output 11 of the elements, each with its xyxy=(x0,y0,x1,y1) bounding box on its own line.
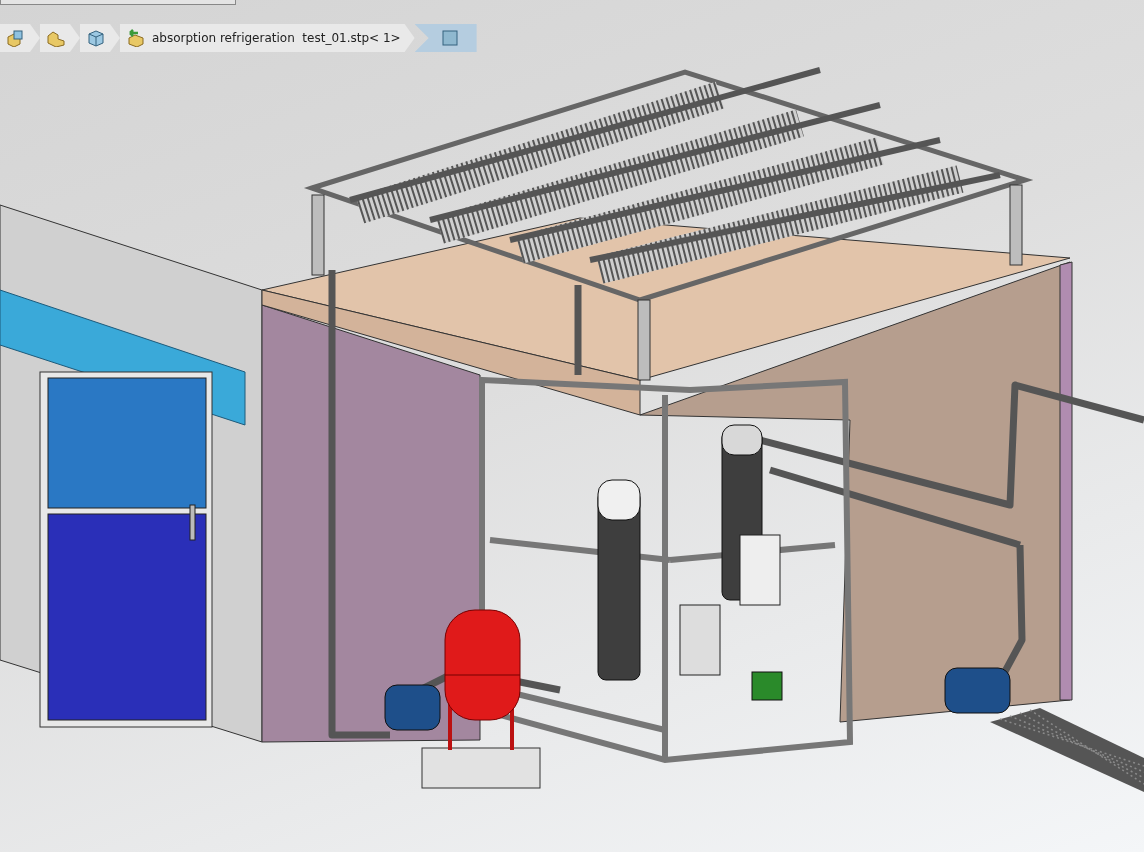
breadcrumb-item[interactable] xyxy=(414,24,477,52)
square-icon xyxy=(440,29,459,47)
cube-icon xyxy=(86,29,106,47)
subassembly-icon xyxy=(126,29,146,47)
breadcrumb-item[interactable]: absorption refrigeration test_01.stp< 1> xyxy=(120,24,415,52)
assembly-icon xyxy=(6,29,26,47)
breadcrumb-item[interactable] xyxy=(0,24,40,52)
3d-viewport[interactable]: absorption refrigeration test_01.stp< 1> xyxy=(0,0,1144,852)
part-icon xyxy=(46,29,66,47)
breadcrumb-item[interactable] xyxy=(80,24,120,52)
breadcrumb-item[interactable] xyxy=(40,24,80,52)
